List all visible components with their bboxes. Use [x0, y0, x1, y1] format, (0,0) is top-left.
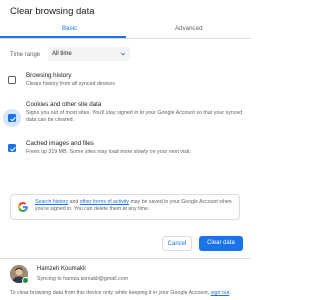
option-title: Cookies and other site data: [26, 101, 102, 108]
sync-status-icon: [22, 277, 29, 284]
divider: [0, 258, 251, 259]
sign-out-link[interactable]: sign out: [211, 290, 230, 296]
search-history-link[interactable]: Search history: [35, 199, 68, 205]
option-description: Frees up 319 MB. Some sites may load mor…: [26, 149, 191, 155]
browsing-history-checkbox[interactable]: [8, 76, 16, 84]
option-title: Browsing history: [26, 72, 72, 79]
tab-basic[interactable]: Basic: [62, 25, 77, 32]
footer-text-end: .: [229, 290, 231, 296]
cancel-button[interactable]: Cancel: [162, 236, 192, 251]
footer-note: To clear browsing data from this device …: [10, 289, 246, 297]
cookies-checkbox[interactable]: [8, 114, 16, 122]
footer-text: To clear browsing data from this device …: [10, 290, 211, 296]
tab-advanced[interactable]: Advanced: [175, 25, 203, 32]
google-g-icon: [18, 202, 28, 212]
dialog-title: Clear browsing data: [10, 6, 95, 17]
time-range-select[interactable]: All time: [48, 47, 130, 61]
info-text-part: and: [68, 199, 80, 205]
cancel-button-label: Cancel: [167, 241, 187, 247]
clear-data-button-label: Clear data: [207, 240, 235, 246]
account-name: Hamzeh Koumakli: [37, 266, 86, 272]
activity-info-box: Search history and other forms of activi…: [10, 194, 240, 220]
option-description: Signs you out of most sites. You'll stay…: [26, 110, 243, 124]
chevron-down-icon: [120, 52, 126, 56]
option-description: Clears history from all synced devices: [26, 81, 115, 87]
checkmark-icon: [10, 147, 16, 152]
time-range-label: Time range: [10, 52, 41, 58]
other-activity-link[interactable]: other forms of activity: [80, 199, 129, 205]
account-sync-status: Syncing to hamza.komakli@gmail.com: [37, 276, 129, 282]
cached-images-checkbox[interactable]: [8, 144, 16, 152]
option-title: Cached images and files: [26, 140, 94, 147]
clear-data-button[interactable]: Clear data: [199, 236, 243, 251]
checkmark-icon: [10, 117, 16, 122]
activity-info-text: Search history and other forms of activi…: [35, 199, 239, 213]
time-range-value: All time: [52, 50, 72, 57]
tab-selected-indicator: [0, 36, 126, 38]
